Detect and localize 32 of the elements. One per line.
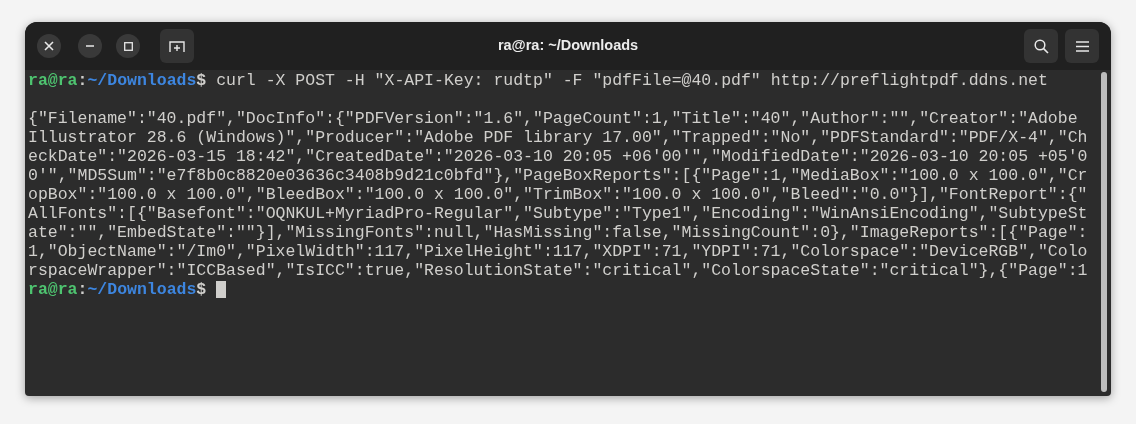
maximize-button[interactable] <box>116 34 140 58</box>
search-icon <box>1033 38 1049 54</box>
prompt-user: ra@ra <box>28 280 78 299</box>
close-button[interactable] <box>37 34 61 58</box>
prompt-user: ra@ra <box>28 71 78 90</box>
new-tab-icon <box>169 39 185 53</box>
prompt-path: ~/Downloads <box>87 280 197 299</box>
output-line: 1,"ObjectName":"/Im0","PixelWidth":117,"PixelHeight":117,"XDPI":71,"YDPI":71,"Colorspace":"DeviceRGB","Colo <box>28 242 1088 261</box>
command-text: curl -X POST -H "X-API-Key: rudtp" -F "pdfFile=@40.pdf" http://preflightpdf.ddns.net <box>215 71 1048 90</box>
prompt-symbol: $ <box>196 280 207 299</box>
prompt-separator: : <box>77 71 88 90</box>
output-line: eckDate":"2026-03-15 18:42","CreatedDate":"2026-03-10 20:05 +06'00'","ModifiedDate":"2026-03-10 20:05 +05'0 <box>28 147 1088 166</box>
prompt-separator: : <box>77 280 88 299</box>
prompt-symbol: $ <box>196 71 207 90</box>
window-title: ra@ra: ~/Downloads <box>497 36 639 56</box>
output-line: AllFonts":[{"Basefont":"OQNKUL+MyriadPro-Regular","Subtype":"Type1","Encoding":"WinAnsiEncoding","SubtypeSt <box>28 204 1088 223</box>
output-line: {"Filename":"40.pdf","DocInfo":{"PDFVersion":"1.6","PageCount":1,"Title":"40","Author":"","Creator":"Adobe <box>28 109 1078 128</box>
output-line: 0'","MD5Sum":"e7f8b0c8820e03636c3408b9d21c0bfd"},"PageBoxReports":[{"Page":1,"MediaBox":"100.0 x 100.0","Cr <box>28 166 1088 185</box>
close-icon <box>44 41 54 51</box>
output-line: rspaceWrapper":"ICCBased","IsICC":true,"ResolutionState":"critical","ColorspaceState":"critical"},{"Page":1 <box>28 261 1088 280</box>
output-line: ate":"","EmbedState":""}],"MissingFonts":null,"HasMissing":false,"MissingCount":0},"ImageReports":[{"Page": <box>28 223 1088 242</box>
new-tab-button[interactable] <box>160 29 194 63</box>
search-button[interactable] <box>1024 29 1058 63</box>
scrollbar[interactable] <box>1101 72 1107 392</box>
output-line: Illustrator 28.6 (Windows)","Producer":"Adobe PDF library 17.00","Trapped":"No","PDFStandard":"PDF/X-4","Ch <box>28 128 1088 147</box>
output-line: opBox":"100.0 x 100.0","BleedBox":"100.0 x 100.0","TrimBox":"100.0 x 100.0","Bleed":"0.0"}],"FontReport":{" <box>28 185 1088 204</box>
menu-icon <box>1075 40 1089 52</box>
prompt-path: ~/Downloads <box>87 71 197 90</box>
maximize-icon <box>123 41 133 51</box>
menu-button[interactable] <box>1065 29 1099 63</box>
minimize-button[interactable] <box>78 34 102 58</box>
minimize-icon <box>86 45 94 47</box>
